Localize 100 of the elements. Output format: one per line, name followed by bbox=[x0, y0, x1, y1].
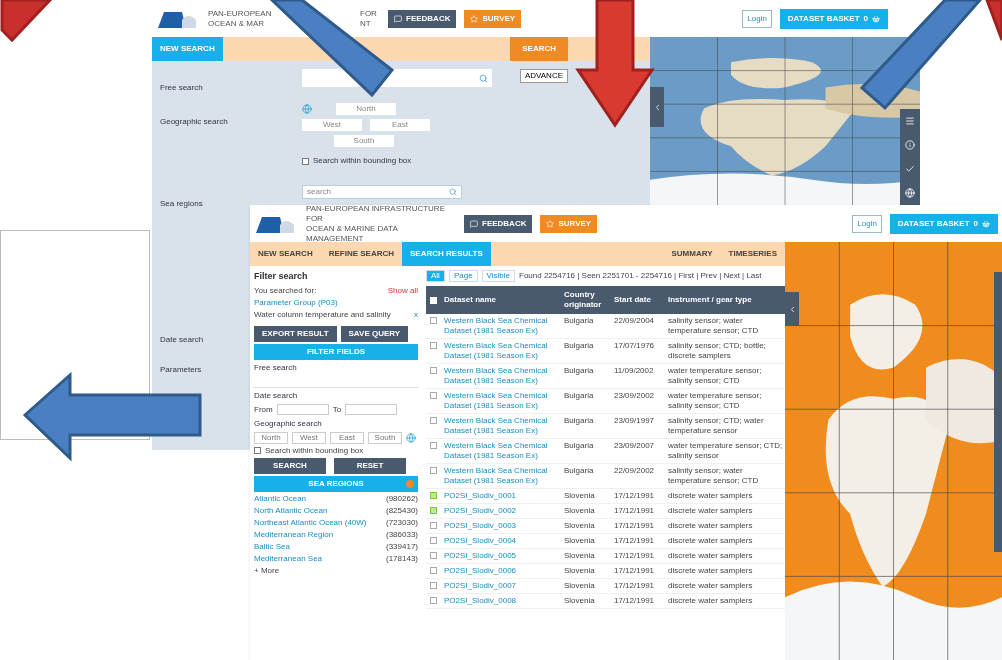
row-checkbox[interactable] bbox=[430, 537, 437, 544]
from-date-field[interactable] bbox=[276, 404, 329, 415]
region-link[interactable]: Mediterranean Sea bbox=[254, 553, 323, 564]
dataset-link[interactable]: Western Black Sea Chemical Dataset (1981 Season Ex) bbox=[444, 341, 560, 361]
region-link[interactable]: Atlantic Ocean bbox=[254, 493, 307, 504]
survey-button[interactable]: SURVEY bbox=[464, 9, 522, 28]
row-checkbox[interactable] bbox=[430, 582, 437, 589]
table-cell-text: 22/09/2004 bbox=[614, 316, 656, 326]
tab[interactable]: REFINE SEARCH bbox=[320, 242, 402, 266]
feedback-button[interactable]: FEEDBACK bbox=[464, 214, 533, 233]
south-field[interactable]: South bbox=[334, 135, 394, 147]
advanced-button[interactable]: ADVANCE bbox=[519, 69, 568, 83]
region-link[interactable]: Baltic Sea bbox=[254, 541, 291, 552]
reset-button[interactable]: RESET bbox=[334, 457, 406, 474]
to-date-field[interactable] bbox=[345, 404, 398, 415]
dataset-link[interactable]: PO2SI_Slodiv_0007 bbox=[444, 581, 560, 591]
dataset-link[interactable]: PO2SI_Slodiv_0004 bbox=[444, 536, 560, 546]
tab[interactable]: NEW SEARCH bbox=[152, 37, 223, 61]
regions-search-field[interactable]: search bbox=[302, 185, 462, 199]
row-checkbox[interactable] bbox=[430, 417, 437, 424]
north-field[interactable]: North bbox=[336, 103, 396, 115]
search-tab[interactable]: SEARCH bbox=[510, 37, 568, 61]
check-icon[interactable] bbox=[905, 164, 915, 174]
dataset-link[interactable]: PO2SI_Slodiv_0005 bbox=[444, 551, 560, 561]
survey-button[interactable]: SURVEY bbox=[540, 214, 598, 233]
pager-toggle[interactable]: Visible bbox=[481, 270, 515, 282]
dataset-basket-button[interactable]: DATASET BASKET 0 bbox=[889, 213, 998, 234]
collapse-button[interactable] bbox=[785, 292, 799, 326]
row-checkbox[interactable] bbox=[430, 342, 437, 349]
login-button[interactable]: Login bbox=[742, 9, 772, 28]
row-checkbox[interactable] bbox=[430, 317, 437, 324]
coordinate-field[interactable]: East bbox=[330, 431, 364, 444]
login-button[interactable]: Login bbox=[852, 214, 882, 233]
dataset-link[interactable]: PO2SI_Slodiv_0001 bbox=[444, 491, 560, 501]
row-checkbox[interactable] bbox=[430, 442, 437, 449]
show-all-link[interactable]: Show all bbox=[387, 285, 418, 296]
table-cell-text: 23/09/1997 bbox=[614, 416, 656, 426]
coordinate-field[interactable]: South bbox=[368, 431, 402, 444]
menu-icon[interactable] bbox=[905, 116, 915, 126]
dataset-link[interactable]: Western Black Sea Chemical Dataset (1981 Season Ex) bbox=[444, 441, 560, 461]
tab[interactable]: SEARCH RESULTS bbox=[402, 242, 491, 266]
save-query-button[interactable]: SAVE QUERY bbox=[340, 325, 409, 342]
table-cell-text: discrete water samplers bbox=[668, 521, 754, 531]
dataset-link[interactable]: PO2SI_Slodiv_0008 bbox=[444, 596, 560, 606]
tab[interactable]: NEW SEARCH bbox=[250, 242, 321, 266]
row-checkbox[interactable] bbox=[430, 552, 437, 559]
dataset-basket-button[interactable]: DATASET BASKET 0 bbox=[779, 8, 888, 29]
search-button[interactable]: SEARCH bbox=[254, 457, 326, 474]
west-field[interactable]: West bbox=[302, 119, 362, 131]
coordinate-field[interactable]: North bbox=[254, 431, 288, 444]
row-checkbox[interactable] bbox=[430, 507, 437, 514]
remove-button[interactable]: x bbox=[414, 309, 418, 320]
dataset-link[interactable]: Western Black Sea Chemical Dataset (1981 Season Ex) bbox=[444, 316, 560, 336]
table-cell-text: Bulgaria bbox=[564, 466, 595, 476]
row-checkbox[interactable] bbox=[430, 492, 437, 499]
dataset-link[interactable]: Western Black Sea Chemical Dataset (1981 Season Ex) bbox=[444, 416, 560, 436]
checkbox[interactable] bbox=[302, 157, 309, 165]
dataset-link[interactable]: Western Black Sea Chemical Dataset (1981 Season Ex) bbox=[444, 391, 560, 411]
table-cell-text: Slovenia bbox=[564, 551, 596, 561]
field-label: To bbox=[332, 403, 342, 416]
dataset-link[interactable]: PO2SI_Slodiv_0003 bbox=[444, 521, 560, 531]
table-cell-text: Bulgaria bbox=[564, 391, 595, 401]
region-link[interactable]: Mediterranean Region bbox=[254, 529, 334, 540]
dataset-link[interactable]: PO2SI_Slodiv_0002 bbox=[444, 506, 560, 516]
tab[interactable]: SUMMARY bbox=[663, 242, 721, 266]
pager-toggle[interactable]: Page bbox=[448, 270, 478, 282]
star-icon bbox=[546, 219, 555, 228]
field-label: From bbox=[254, 403, 273, 416]
export-result-button[interactable]: EXPORT RESULT bbox=[254, 325, 337, 342]
field-label: Free search bbox=[254, 361, 298, 374]
dataset-link[interactable]: Western Black Sea Chemical Dataset (1981 Season Ex) bbox=[444, 366, 560, 386]
field-label: Free search bbox=[160, 83, 203, 92]
globe-icon[interactable] bbox=[406, 432, 416, 443]
tab[interactable]: TIMESERIES bbox=[720, 242, 785, 266]
table-cell-text: Slovenia bbox=[564, 536, 596, 546]
coordinate-field[interactable]: West bbox=[292, 431, 326, 444]
table-cell-text: Slovenia bbox=[564, 491, 596, 501]
dataset-link[interactable]: PO2SI_Slodiv_0006 bbox=[444, 566, 560, 576]
checkbox[interactable] bbox=[254, 447, 261, 454]
table-cell-text: salinity sensor; CTD; bottle; discrete samplers bbox=[668, 341, 767, 361]
row-checkbox[interactable] bbox=[430, 522, 437, 529]
field-label: Date search bbox=[160, 335, 204, 344]
table-cell-text: salinity sensor; CTD; water temperature sensor bbox=[668, 416, 765, 436]
row-checkbox[interactable] bbox=[430, 392, 437, 399]
feedback-button[interactable]: FEEDBACK bbox=[388, 9, 457, 28]
checkbox-label: Search within bounding box bbox=[265, 445, 364, 456]
region-count: (825430) bbox=[385, 505, 418, 516]
select-all-checkbox[interactable] bbox=[430, 296, 437, 304]
table-cell-text: 17/12/1991 bbox=[614, 506, 656, 516]
info-icon[interactable] bbox=[905, 140, 915, 150]
pager-toggle[interactable]: All bbox=[426, 270, 445, 282]
region-link[interactable]: North Atlantic Ocean bbox=[254, 505, 328, 516]
row-checkbox[interactable] bbox=[430, 467, 437, 474]
dataset-link[interactable]: Western Black Sea Chemical Dataset (1981 Season Ex) bbox=[444, 466, 560, 486]
row-checkbox[interactable] bbox=[430, 597, 437, 604]
row-checkbox[interactable] bbox=[430, 567, 437, 574]
row-checkbox[interactable] bbox=[430, 367, 437, 374]
more-link[interactable]: + More bbox=[254, 565, 418, 576]
east-field[interactable]: East bbox=[370, 119, 430, 131]
region-link[interactable]: Northeast Atlantic Ocean (40W) bbox=[254, 517, 367, 528]
